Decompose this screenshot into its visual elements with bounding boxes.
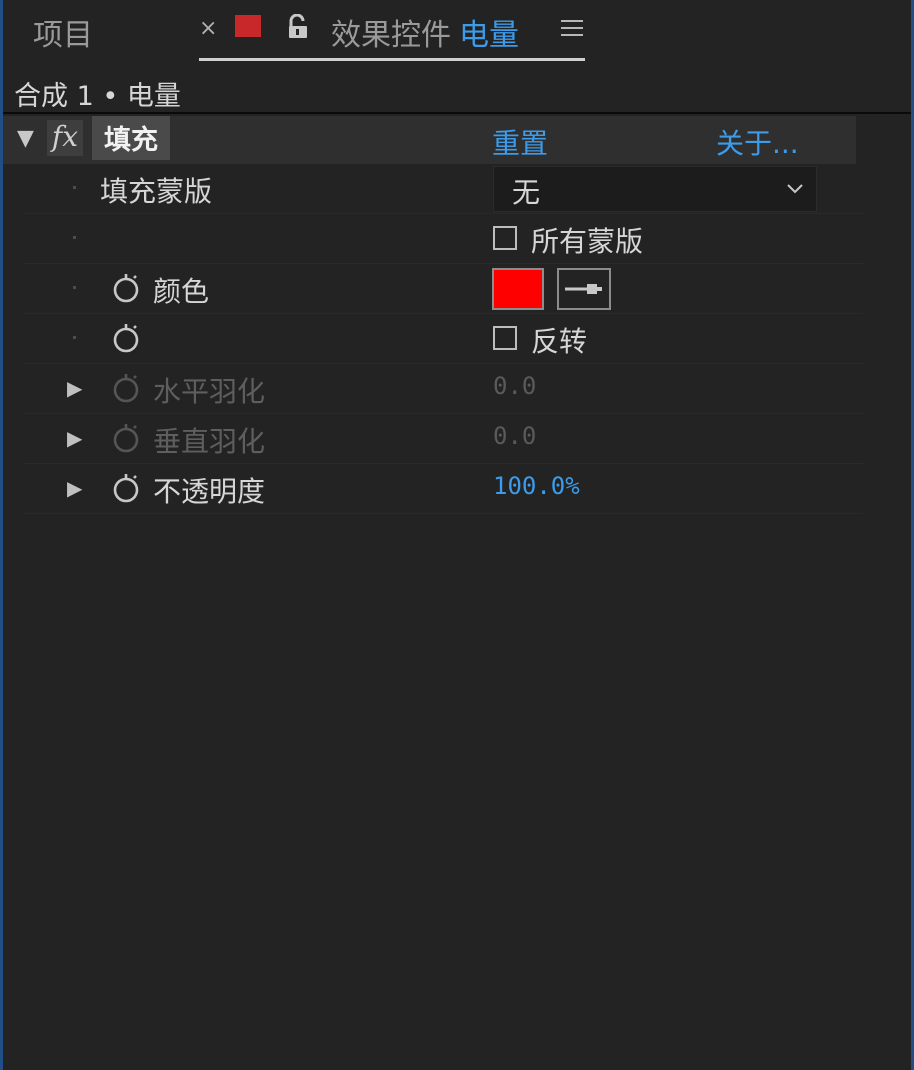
property-invert: 反转 — [3, 314, 863, 364]
breadcrumb: 合成 1 • 电量 — [14, 81, 181, 112]
panel-tab-bar: 项目 × 效果控件 电量 — [3, 0, 911, 62]
property-all-masks: 所有蒙版 — [3, 214, 863, 264]
dropdown-value: 无 — [512, 176, 541, 209]
property-label: 填充蒙版 — [100, 175, 213, 208]
fx-toggle-icon[interactable]: fx — [47, 120, 83, 156]
invert-checkbox[interactable] — [493, 326, 517, 350]
effect-name[interactable]: 填充 — [92, 116, 170, 160]
property-horizontal-feather: ▶ 水平羽化 0.0 — [3, 364, 863, 414]
property-label: 颜色 — [153, 275, 210, 308]
reset-link[interactable]: 重置 — [492, 122, 548, 162]
comp-name: 电量 — [459, 18, 519, 53]
panel-menu-icon[interactable] — [561, 20, 583, 38]
stopwatch-icon[interactable] — [111, 272, 141, 304]
all-masks-checkbox[interactable] — [493, 226, 517, 250]
stopwatch-icon — [113, 424, 139, 453]
checkbox-label: 所有蒙版 — [531, 225, 644, 258]
stopwatch-icon — [113, 374, 139, 403]
tree-dot — [73, 336, 76, 339]
property-vertical-feather: ▶ 垂直羽化 0.0 — [3, 414, 863, 464]
collapse-triangle-icon[interactable]: ▼ — [17, 126, 34, 151]
label-color-swatch[interactable] — [235, 15, 261, 37]
tab-project[interactable]: 项目 — [33, 10, 93, 54]
vertical-feather-value: 0.0 — [493, 422, 537, 450]
stopwatch-icon[interactable] — [111, 472, 141, 504]
about-link[interactable]: 关于... — [716, 122, 799, 162]
unlock-icon[interactable] — [287, 14, 311, 40]
panel-title: 效果控件 — [331, 18, 451, 53]
property-opacity: ▶ 不透明度 100.0% — [3, 464, 863, 514]
property-fill-mask: 填充蒙版 无 — [3, 164, 863, 214]
tab-title: 效果控件 电量 — [331, 10, 519, 54]
fill-mask-dropdown[interactable]: 无 — [493, 166, 817, 212]
chevron-down-icon — [787, 184, 803, 194]
color-swatch[interactable] — [492, 268, 544, 310]
property-label: 不透明度 — [153, 475, 266, 508]
property-label: 垂直羽化 — [153, 425, 266, 458]
property-color: 颜色 — [3, 264, 863, 314]
property-label: 水平羽化 — [153, 375, 266, 408]
opacity-value[interactable]: 100.0% — [493, 472, 580, 500]
expand-triangle-icon[interactable]: ▶ — [67, 476, 82, 500]
checkbox-label: 反转 — [531, 325, 588, 358]
effect-header-row[interactable]: ▼ fx 填充 重置 关于... — [3, 116, 856, 164]
eyedropper-icon[interactable] — [557, 268, 611, 310]
divider — [3, 112, 911, 114]
stopwatch-icon[interactable] — [111, 322, 141, 354]
horizontal-feather-value: 0.0 — [493, 372, 537, 400]
expand-triangle-icon[interactable]: ▶ — [67, 376, 82, 400]
close-tab-icon[interactable]: × — [199, 16, 217, 41]
tab-effect-controls[interactable]: × 效果控件 电量 — [199, 0, 585, 61]
tree-dot — [73, 286, 76, 289]
tree-dot — [73, 186, 76, 189]
expand-triangle-icon[interactable]: ▶ — [67, 426, 82, 450]
tree-dot — [73, 236, 76, 239]
